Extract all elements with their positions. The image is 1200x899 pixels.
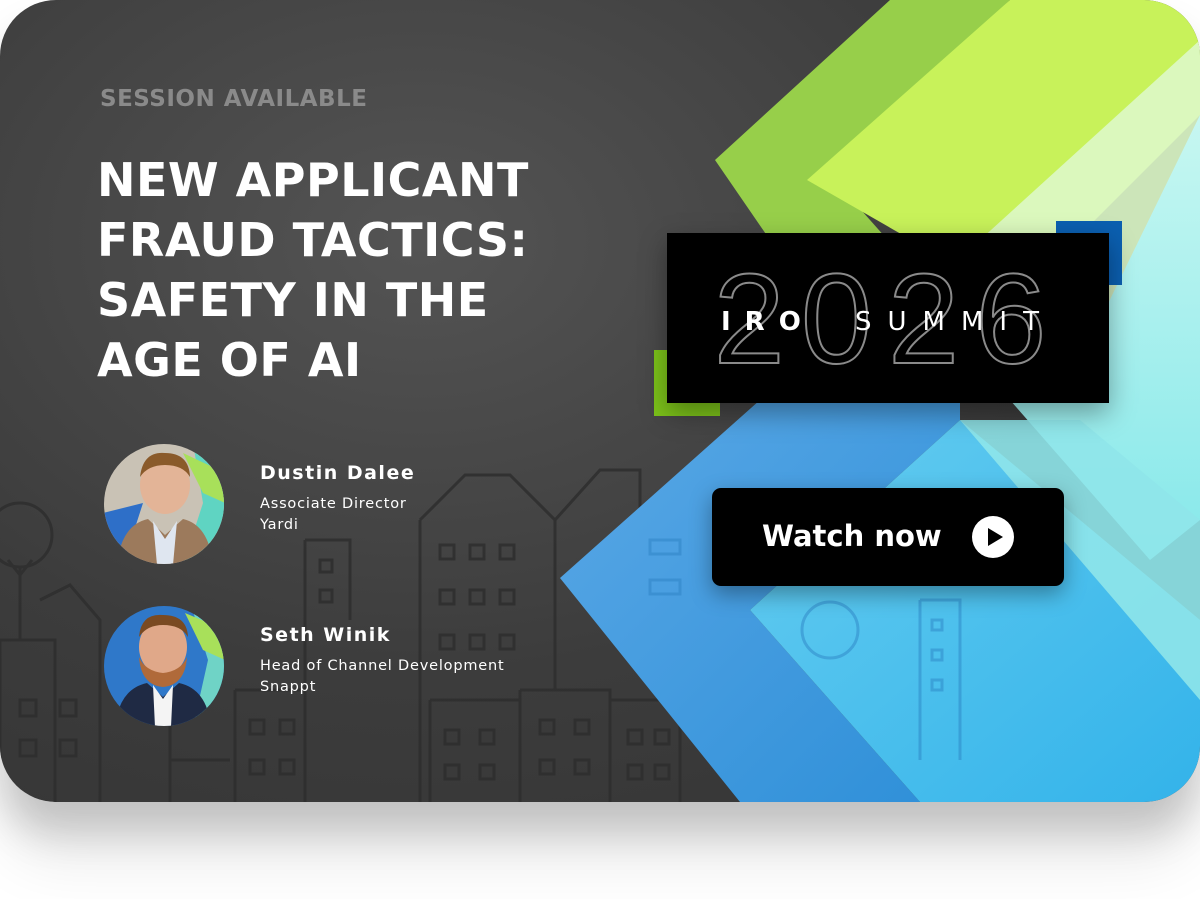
speaker-name: Dustin Dalee [260,462,416,484]
promo-card: SESSION AVAILABLE NEW APPLICANT FRAUD TA… [0,0,1200,802]
session-available-label: SESSION AVAILABLE [100,86,368,112]
logo-event: SUMMIT [855,307,1055,337]
speaker-name: Seth Winik [260,624,391,646]
iro-summit-logo: 2026 IRO SUMMIT [667,233,1109,403]
speaker-org: Snappt [260,679,317,695]
speaker-avatar [104,444,224,564]
play-icon [972,516,1014,558]
speaker-role: Head of Channel Development [260,658,505,674]
speaker-role: Associate Director [260,496,407,512]
speaker-org: Yardi [260,517,299,533]
summit-logo-graphic: 2026 IRO SUMMIT [713,247,1055,392]
speaker-meta: Dustin Dalee Associate Director Yardi [260,462,580,536]
logo-brand: IRO [721,307,815,337]
session-title: NEW APPLICANT FRAUD TACTICS: SAFETY IN T… [97,153,529,387]
speaker-avatar [104,606,224,726]
watch-now-label: Watch now [762,519,942,553]
watch-now-button[interactable]: Watch now [712,488,1064,586]
speaker-meta: Seth Winik Head of Channel Development S… [260,624,580,698]
